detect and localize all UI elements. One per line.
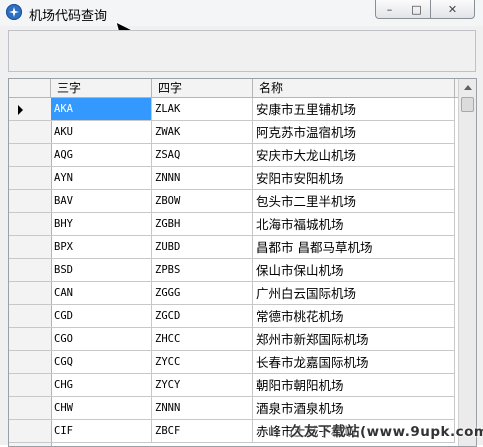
cell-three-letter-code[interactable]: CGD — [51, 305, 152, 328]
cell-airport-name[interactable]: 保山市保山机场 — [253, 259, 455, 282]
minimize-button[interactable]: – — [375, 0, 404, 19]
maximize-icon: □ — [411, 2, 422, 16]
table-row[interactable]: AYN ZNNN 安阳市安阳机场 — [9, 167, 455, 190]
table-row[interactable]: BHY ZGBH 北海市福城机场 — [9, 213, 455, 236]
cell-four-letter-code[interactable]: ZWAK — [152, 121, 253, 144]
cell-airport-name[interactable]: 北海市福城机场 — [253, 213, 455, 236]
cell-three-letter-code[interactable]: AYN — [51, 167, 152, 190]
row-header[interactable] — [9, 420, 51, 443]
cell-three-letter-code[interactable]: CAN — [51, 282, 152, 305]
cell-three-letter-code[interactable]: BHY — [51, 213, 152, 236]
cell-three-letter-code[interactable]: AKU — [51, 121, 152, 144]
table-row[interactable]: CGD ZGCD 常德市桃花机场 — [9, 305, 455, 328]
cell-four-letter-code[interactable]: ZBCF — [152, 420, 253, 443]
cell-four-letter-code[interactable]: ZLAK — [152, 98, 253, 121]
row-header[interactable] — [9, 328, 51, 351]
table-row[interactable]: AKU ZWAK 阿克苏市温宿机场 — [9, 121, 455, 144]
scroll-up-arrow-icon[interactable] — [461, 80, 474, 95]
table-row[interactable]: CHW ZNNN 酒泉市酒泉机场 — [9, 397, 455, 420]
cell-airport-name[interactable]: 常德市桃花机场 — [253, 305, 455, 328]
cell-four-letter-code[interactable]: ZGCD — [152, 305, 253, 328]
cell-three-letter-code[interactable]: BPX — [51, 236, 152, 259]
column-header-four-letter[interactable]: 四字 — [152, 79, 253, 97]
cell-four-letter-code[interactable]: ZGBH — [152, 213, 253, 236]
cell-airport-name[interactable]: 安阳市安阳机场 — [253, 167, 455, 190]
cell-airport-name[interactable]: 阿克苏市温宿机场 — [253, 121, 455, 144]
row-header[interactable] — [9, 121, 51, 144]
close-icon: ✕ — [447, 2, 458, 16]
column-header-three-letter[interactable]: 三字 — [51, 79, 152, 97]
cell-three-letter-code[interactable]: BAV — [51, 190, 152, 213]
row-header-corner — [9, 79, 51, 97]
current-row-arrow-icon — [18, 105, 23, 115]
row-header[interactable] — [9, 213, 51, 236]
scrollbar-thumb[interactable] — [461, 97, 474, 112]
cell-four-letter-code[interactable]: ZYCC — [152, 351, 253, 374]
row-header[interactable] — [9, 167, 51, 190]
cell-four-letter-code[interactable]: ZGGG — [152, 282, 253, 305]
row-header[interactable] — [9, 282, 51, 305]
cell-three-letter-code[interactable]: AQG — [51, 144, 152, 167]
row-header[interactable] — [9, 397, 51, 420]
airport-code-grid[interactable]: 三字 四字 名称 AKA ZLAK 安康市五里铺机场 AKU ZWAK 阿克苏市温宿机场 A… — [8, 78, 477, 447]
query-panel — [8, 30, 476, 72]
cell-airport-name[interactable]: 安庆市大龙山机场 — [253, 144, 455, 167]
cell-airport-name[interactable]: 包头市二里半机场 — [253, 190, 455, 213]
table-row[interactable]: BAV ZBOW 包头市二里半机场 — [9, 190, 455, 213]
table-row[interactable]: AKA ZLAK 安康市五里铺机场 — [9, 98, 455, 121]
cell-three-letter-code[interactable]: CGO — [51, 328, 152, 351]
table-row[interactable]: CGQ ZYCC 长春市龙嘉国际机场 — [9, 351, 455, 374]
cell-three-letter-code[interactable]: CIF — [51, 420, 152, 443]
row-header[interactable] — [9, 259, 51, 282]
cell-airport-name[interactable]: 酒泉市酒泉机场 — [253, 397, 455, 420]
cell-four-letter-code[interactable]: ZHCC — [152, 328, 253, 351]
row-header[interactable] — [9, 305, 51, 328]
app-window: 机场代码查询 – □ ✕ 三字 四字 名称 AKA ZLAK 安康市五里铺机场 AKU… — [0, 0, 483, 447]
row-header[interactable] — [9, 374, 51, 397]
cell-four-letter-code[interactable]: ZBOW — [152, 190, 253, 213]
cell-airport-name[interactable]: 广州白云国际机场 — [253, 282, 455, 305]
row-header[interactable] — [9, 236, 51, 259]
cell-airport-name[interactable]: 昌都市 昌都马草机场 — [253, 236, 455, 259]
cell-four-letter-code[interactable]: ZSAQ — [152, 144, 253, 167]
cell-four-letter-code[interactable]: ZNNN — [152, 397, 253, 420]
title-bar[interactable]: 机场代码查询 – □ ✕ — [0, 0, 483, 26]
cell-three-letter-code[interactable]: CHW — [51, 397, 152, 420]
cell-airport-name[interactable]: 安康市五里铺机场 — [253, 98, 455, 121]
maximize-button[interactable]: □ — [403, 0, 431, 19]
cell-airport-name[interactable]: 长春市龙嘉国际机场 — [253, 351, 455, 374]
app-globe-icon — [6, 4, 22, 20]
cell-three-letter-code[interactable]: AKA — [51, 98, 152, 121]
column-header-name[interactable]: 名称 — [253, 79, 455, 97]
window-title: 机场代码查询 — [29, 9, 108, 24]
cell-four-letter-code[interactable]: ZPBS — [152, 259, 253, 282]
watermark: 久友下载站(www.9upk.com) — [290, 424, 483, 440]
cell-airport-name[interactable]: 朝阳市朝阳机场 — [253, 374, 455, 397]
minimize-icon: – — [386, 2, 393, 16]
grid-header: 三字 四字 名称 — [9, 79, 476, 98]
table-row[interactable]: BSD ZPBS 保山市保山机场 — [9, 259, 455, 282]
cell-four-letter-code[interactable]: ZYCY — [152, 374, 253, 397]
row-header[interactable] — [9, 351, 51, 374]
table-row[interactable]: CGO ZHCC 郑州市新郑国际机场 — [9, 328, 455, 351]
row-header[interactable] — [9, 144, 51, 167]
cell-airport-name[interactable]: 郑州市新郑国际机场 — [253, 328, 455, 351]
cell-three-letter-code[interactable]: CHG — [51, 374, 152, 397]
cell-three-letter-code[interactable]: BSD — [51, 259, 152, 282]
table-row[interactable]: CHG ZYCY 朝阳市朝阳机场 — [9, 374, 455, 397]
table-row[interactable]: CAN ZGGG 广州白云国际机场 — [9, 282, 455, 305]
row-header[interactable] — [9, 190, 51, 213]
cell-four-letter-code[interactable]: ZNNN — [152, 167, 253, 190]
row-header[interactable] — [9, 98, 51, 121]
table-row[interactable]: BPX ZUBD 昌都市 昌都马草机场 — [9, 236, 455, 259]
cell-four-letter-code[interactable]: ZUBD — [152, 236, 253, 259]
cell-three-letter-code[interactable]: CGQ — [51, 351, 152, 374]
vertical-scrollbar[interactable] — [458, 79, 476, 446]
close-button[interactable]: ✕ — [431, 0, 475, 19]
table-row[interactable]: AQG ZSAQ 安庆市大龙山机场 — [9, 144, 455, 167]
